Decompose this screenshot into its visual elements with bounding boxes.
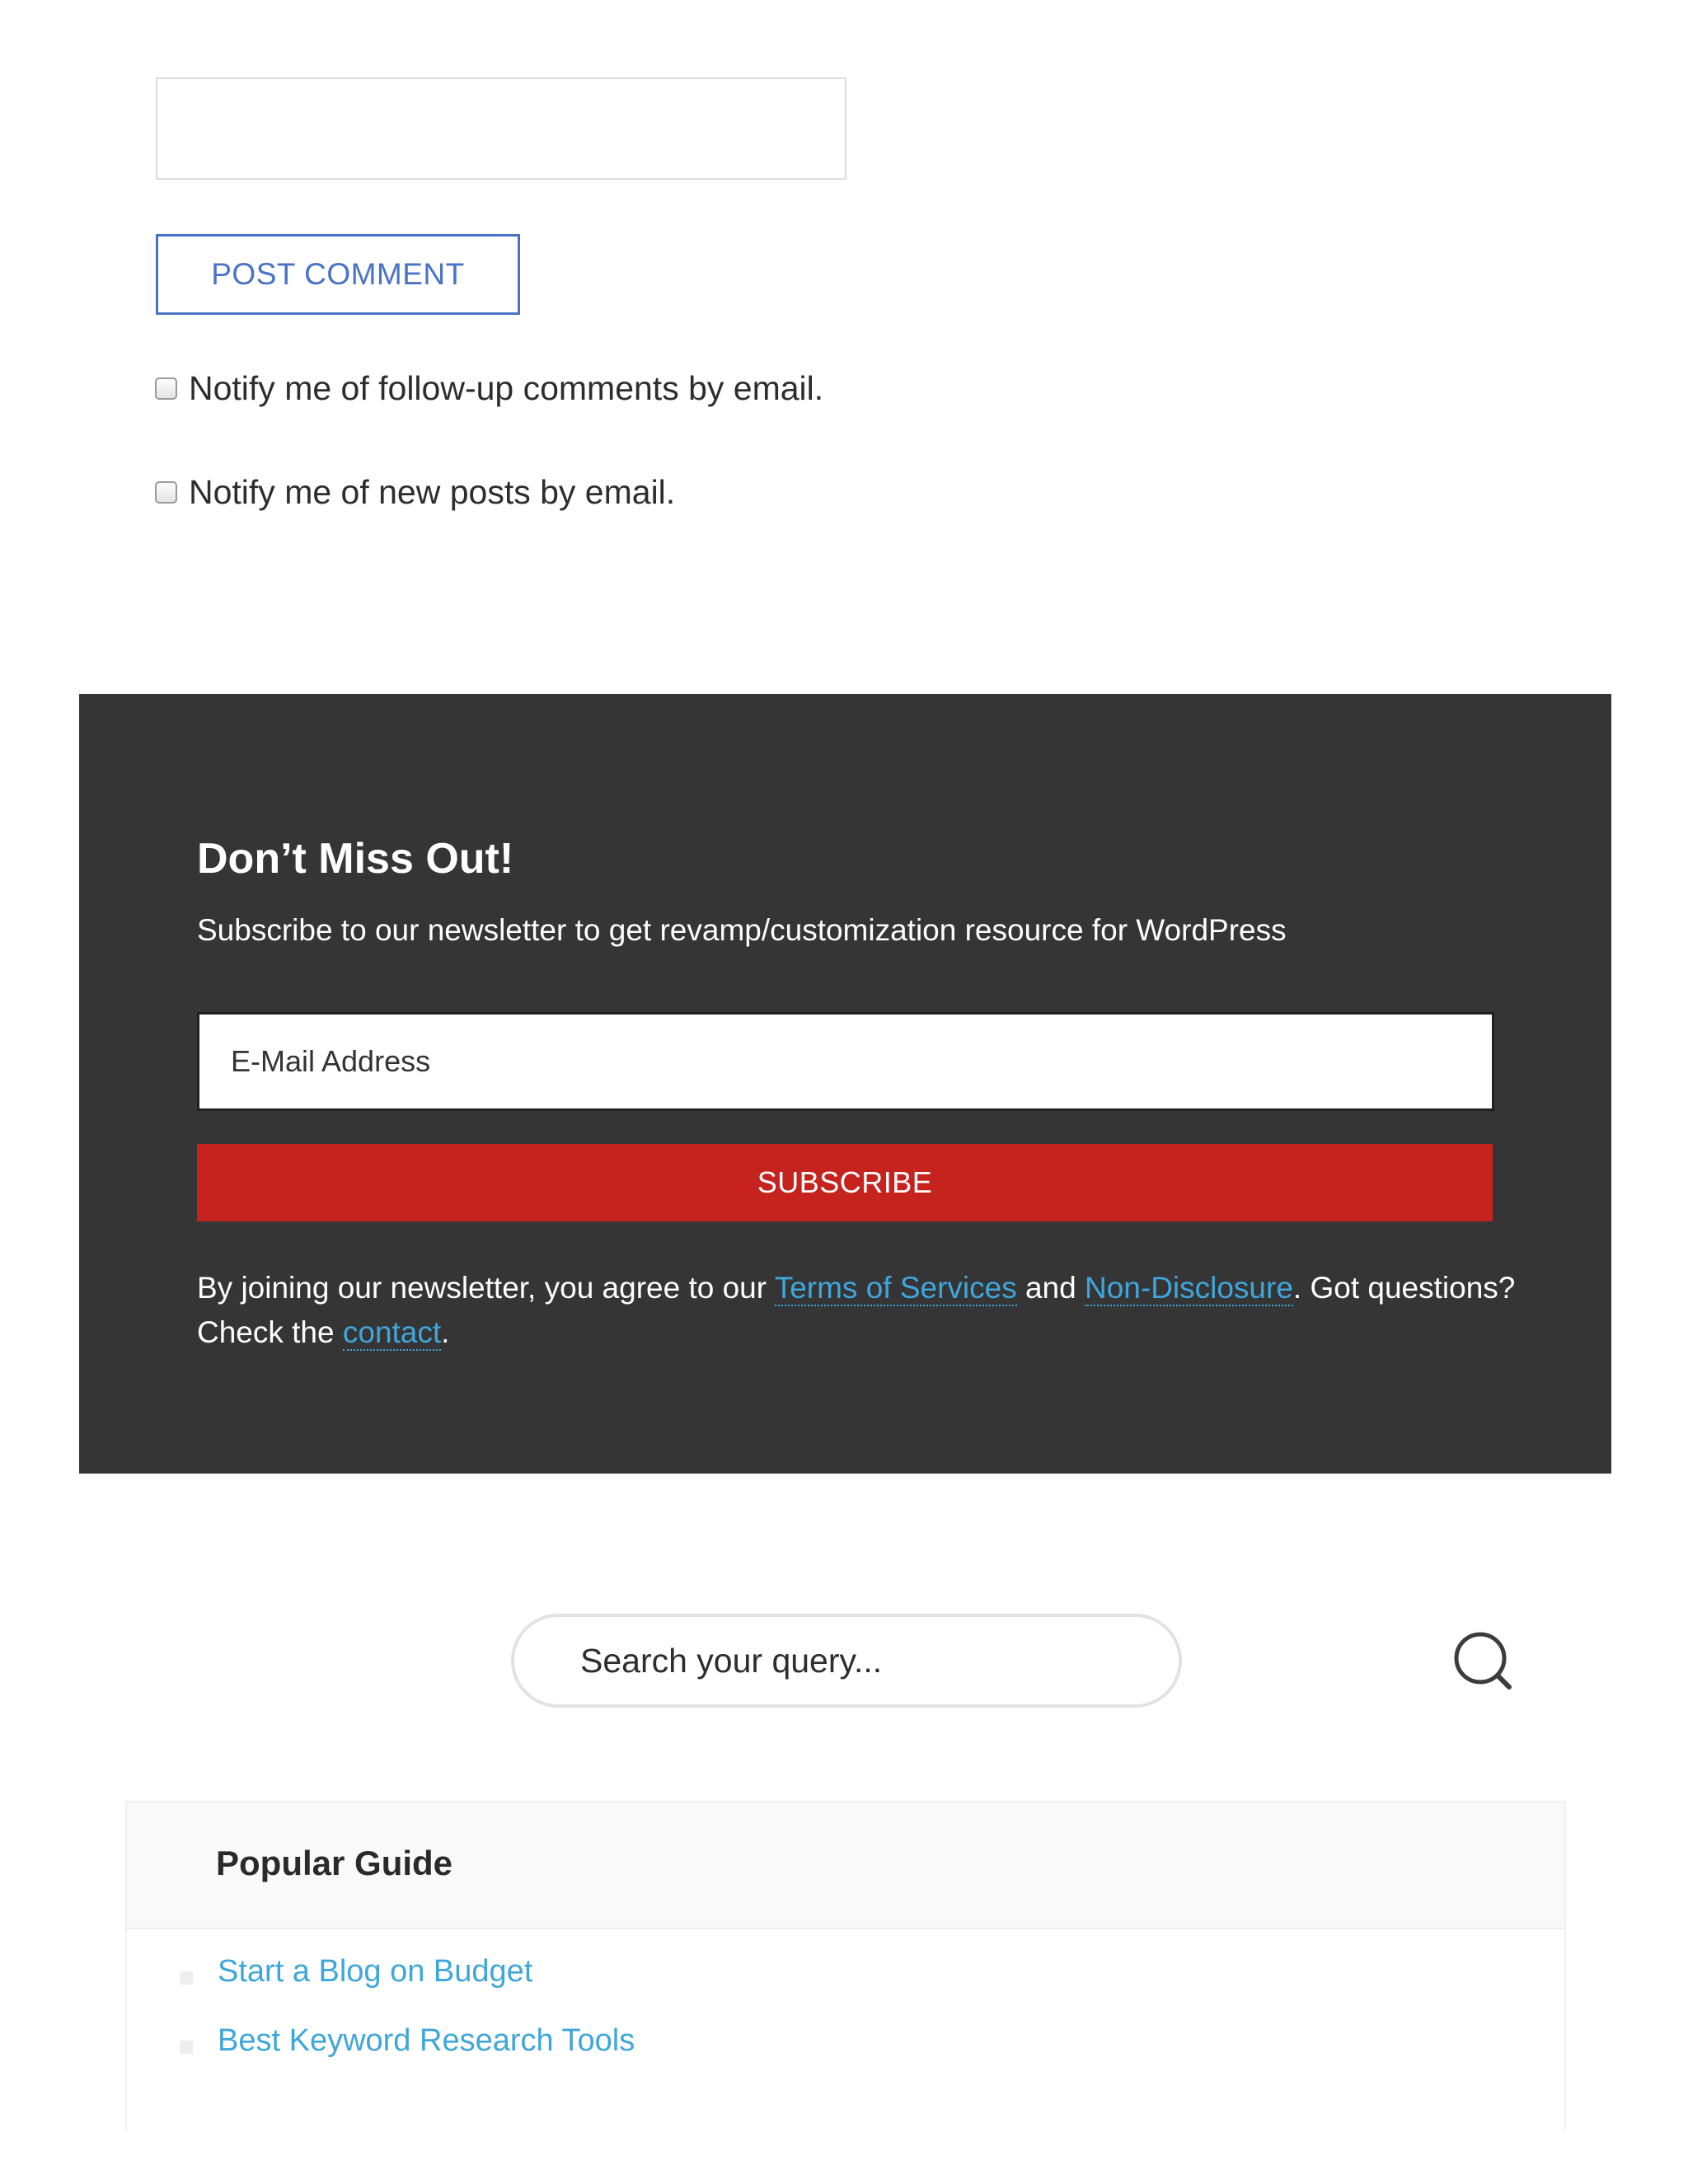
- legal-text-part1: By joining our newsletter, you agree to …: [197, 1271, 775, 1305]
- contact-link[interactable]: contact: [342, 1315, 442, 1351]
- search-icon[interactable]: [1452, 1630, 1515, 1693]
- notify-new-posts-label: Notify me of new posts by email.: [189, 473, 676, 511]
- popular-guide-header: Popular Guide: [127, 1802, 1564, 1929]
- bullet-square-icon: [180, 1971, 193, 1985]
- comment-website-field[interactable]: [156, 77, 846, 180]
- notify-new-posts-option[interactable]: Notify me of new posts by email.: [155, 473, 675, 512]
- legal-text-part4: .: [441, 1315, 450, 1349]
- popular-guide-title: Popular Guide: [216, 1844, 453, 1882]
- post-comment-button[interactable]: POST COMMENT: [156, 234, 520, 315]
- newsletter-box: Don’t Miss Out! Subscribe to our newslet…: [79, 694, 1611, 1474]
- notify-followup-label: Notify me of follow-up comments by email…: [189, 369, 824, 407]
- list-item: Best Keyword Research Tools: [180, 2023, 635, 2059]
- non-disclosure-link[interactable]: Non-Disclosure: [1085, 1271, 1293, 1306]
- guide-link-keyword-tools[interactable]: Best Keyword Research Tools: [218, 2023, 635, 2059]
- notify-followup-option[interactable]: Notify me of follow-up comments by email…: [155, 369, 823, 408]
- newsletter-title: Don’t Miss Out!: [197, 835, 514, 883]
- terms-of-services-link[interactable]: Terms of Services: [774, 1271, 1017, 1306]
- guide-link-start-blog[interactable]: Start a Blog on Budget: [218, 1954, 532, 1990]
- legal-text-part2: and: [1016, 1271, 1085, 1305]
- popular-guide-widget: Popular Guide Start a Blog on Budget Bes…: [125, 1801, 1566, 2130]
- subscribe-button[interactable]: SUBSCRIBE: [197, 1144, 1493, 1221]
- notify-followup-checkbox[interactable]: [155, 377, 177, 400]
- newsletter-subtitle: Subscribe to our newsletter to get revam…: [197, 913, 1287, 947]
- notify-new-posts-checkbox[interactable]: [155, 481, 177, 504]
- newsletter-legal-text: By joining our newsletter, you agree to …: [197, 1266, 1516, 1355]
- search-input[interactable]: [511, 1614, 1182, 1708]
- page: POST COMMENT Notify me of follow-up comm…: [0, 0, 1688, 2184]
- newsletter-email-input[interactable]: [197, 1012, 1494, 1111]
- bullet-square-icon: [180, 2040, 193, 2054]
- list-item: Start a Blog on Budget: [180, 1954, 532, 1990]
